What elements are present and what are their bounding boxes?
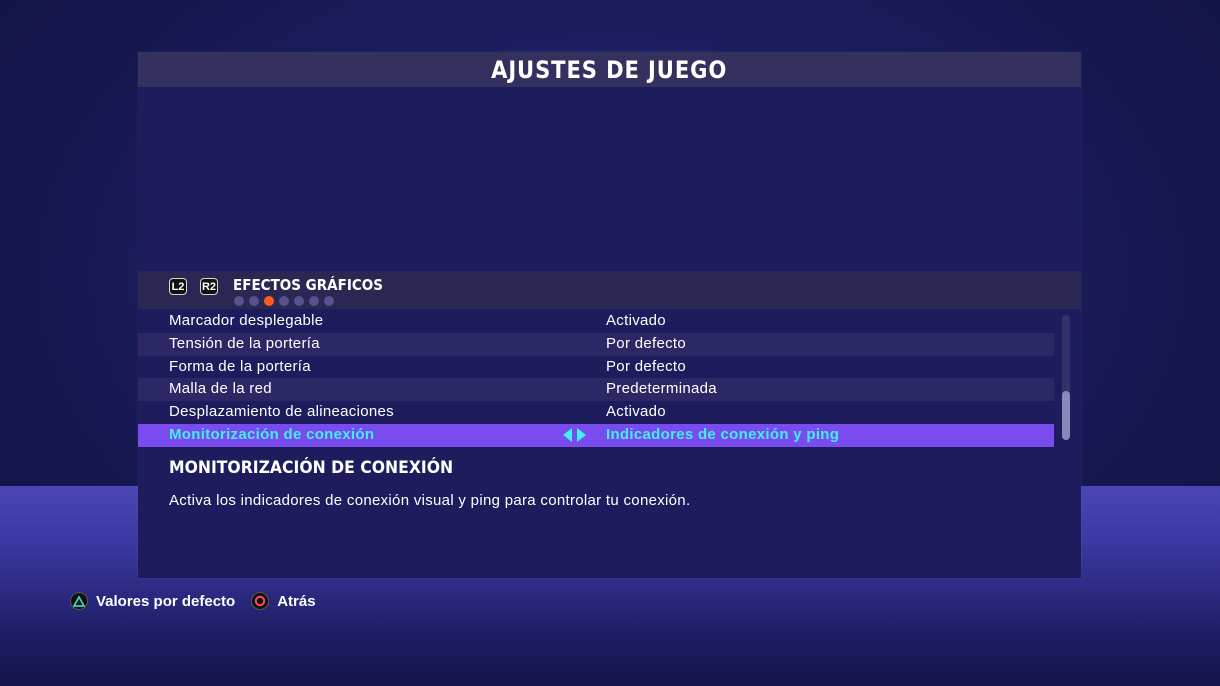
page-dot xyxy=(324,296,334,306)
page-dot xyxy=(234,296,244,306)
setting-row[interactable]: Malla de la red Predeterminada xyxy=(138,378,1054,402)
left-right-arrows-icon[interactable] xyxy=(563,427,586,442)
scrollbar[interactable] xyxy=(1062,315,1070,440)
setting-row[interactable]: Tensión de la portería Por defecto xyxy=(138,332,1054,356)
page-dot xyxy=(279,296,289,306)
defaults-label[interactable]: Valores por defecto xyxy=(96,593,235,610)
circle-button-icon[interactable] xyxy=(251,592,270,610)
setting-value: Indicadores de conexión y ping xyxy=(606,425,840,443)
settings-panel: AJUSTES DE JUEGO L2 R2 EFECTOS GRÁFICOS … xyxy=(138,52,1081,578)
setting-value: Activado xyxy=(606,403,666,421)
setting-label: Tensión de la portería xyxy=(169,334,320,352)
setting-label: Forma de la portería xyxy=(169,357,311,375)
back-label[interactable]: Atrás xyxy=(277,593,315,610)
arrow-left-icon[interactable] xyxy=(563,427,572,442)
page-indicator xyxy=(234,296,334,306)
r2-trigger-icon[interactable]: R2 xyxy=(200,278,218,295)
page-title: AJUSTES DE JUEGO xyxy=(491,55,728,84)
setting-label: Marcador desplegable xyxy=(169,312,324,329)
page-dot xyxy=(294,296,304,306)
description-text: Activa los indicadores de conexión visua… xyxy=(169,492,691,509)
setting-value: Activado xyxy=(606,312,666,329)
footer-controls: Valores por defecto Atrás xyxy=(70,592,324,610)
section-header: L2 R2 EFECTOS GRÁFICOS xyxy=(138,271,1081,309)
setting-value: Por defecto xyxy=(606,334,687,352)
page-dot xyxy=(309,296,319,306)
setting-value: Por defecto xyxy=(606,357,687,375)
page-dot-active xyxy=(264,296,274,306)
section-title: EFECTOS GRÁFICOS xyxy=(233,276,383,294)
setting-label: Desplazamiento de alineaciones xyxy=(169,403,394,421)
title-bar: AJUSTES DE JUEGO xyxy=(138,52,1081,87)
description-title: MONITORIZACIÓN DE CONEXIÓN xyxy=(169,458,454,478)
scrollbar-thumb[interactable] xyxy=(1062,391,1070,440)
page-dot xyxy=(249,296,259,306)
arrow-right-icon[interactable] xyxy=(577,427,586,442)
settings-list: Marcador desplegable Activado Tensión de l… xyxy=(138,310,1054,447)
setting-value: Predeterminada xyxy=(606,380,717,398)
setting-row-selected[interactable]: Monitorización de conexión Indicadores de… xyxy=(138,423,1054,447)
l2-trigger-icon[interactable]: L2 xyxy=(169,278,187,295)
setting-row[interactable]: Desplazamiento de alineaciones Activado xyxy=(138,401,1054,424)
setting-row[interactable]: Forma de la portería Por defecto xyxy=(138,356,1054,379)
triangle-button-icon[interactable] xyxy=(70,592,88,610)
setting-label: Monitorización de conexión xyxy=(169,425,375,443)
setting-row[interactable]: Marcador desplegable Activado xyxy=(138,310,1054,333)
preview-area xyxy=(138,87,1081,271)
setting-label: Malla de la red xyxy=(169,380,272,398)
